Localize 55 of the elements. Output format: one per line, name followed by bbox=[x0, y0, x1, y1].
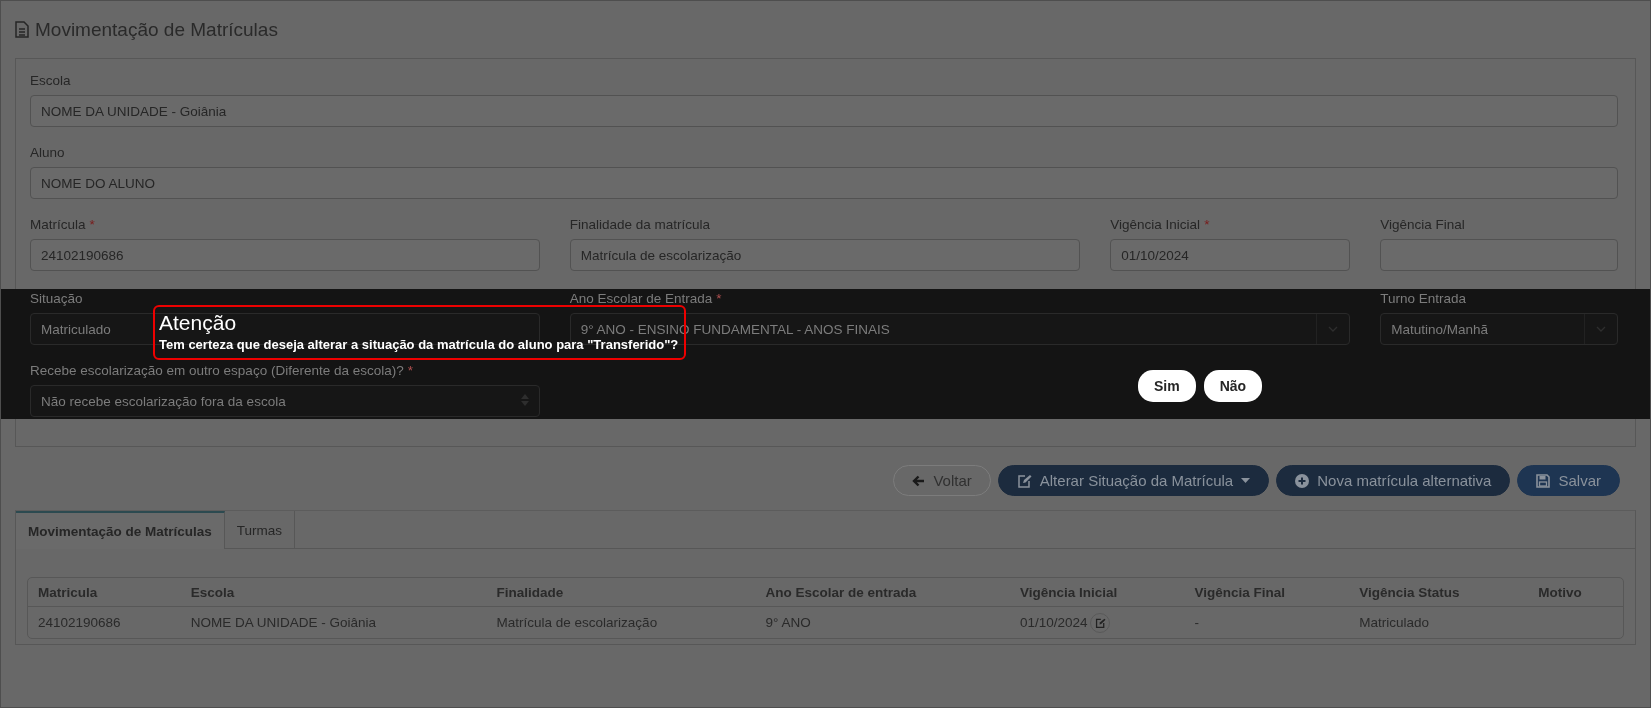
text-field[interactable]: Matrícula de escolarização bbox=[569, 239, 1081, 271]
caret-down-icon bbox=[1241, 478, 1251, 483]
text-field[interactable]: 01/10/2024 bbox=[1110, 239, 1351, 271]
table-cell: Matrícula de escolarização bbox=[496, 615, 658, 630]
field-label: Matrícula bbox=[30, 216, 86, 234]
text-field[interactable]: NOME DO ALUNO bbox=[30, 167, 1618, 199]
field-label: Escola bbox=[30, 72, 71, 90]
field-label: Ano Escolar de Entrada bbox=[569, 290, 713, 308]
column-header: Matricula bbox=[28, 578, 181, 607]
page-title: Movimentação de Matrículas bbox=[35, 18, 278, 41]
text-field[interactable] bbox=[1380, 239, 1618, 271]
dialog-button[interactable]: Não bbox=[1203, 370, 1263, 402]
arrow-left-icon bbox=[912, 474, 926, 487]
field-label: Aluno bbox=[30, 144, 65, 162]
text-field[interactable]: 24102190686 bbox=[30, 239, 540, 271]
column-header: Motivo bbox=[1528, 578, 1623, 607]
required-mark: * bbox=[1204, 216, 1210, 234]
action-button[interactable]: Salvar bbox=[1517, 465, 1620, 496]
column-header: Finalidade bbox=[486, 578, 756, 607]
chevron-down-icon bbox=[1596, 326, 1606, 332]
table-cell: Matriculado bbox=[1359, 615, 1429, 630]
plus-circle-icon bbox=[1295, 473, 1310, 488]
table-cell: 01/10/2024 bbox=[1019, 614, 1088, 630]
tab[interactable]: Movimentação de Matrículas bbox=[16, 511, 225, 549]
chevron-down-icon bbox=[1328, 326, 1339, 332]
table-cell: 9° ANO bbox=[765, 615, 811, 630]
column-header: Vigência Final bbox=[1184, 578, 1350, 607]
required-mark: * bbox=[407, 362, 413, 380]
field-label: Situação bbox=[30, 290, 83, 308]
field-label: Recebe escolarização em outro espaço (Diferente da escola)? bbox=[30, 362, 404, 380]
up-down-arrows-icon bbox=[520, 393, 529, 406]
select-field[interactable]: Não recebe escolarização fora da escola bbox=[30, 385, 540, 417]
column-header: Escola bbox=[180, 578, 487, 607]
edit-icon bbox=[1016, 473, 1032, 488]
edit-icon bbox=[1094, 617, 1106, 628]
field-label: Turno Entrada bbox=[1380, 290, 1466, 308]
table-cell: - bbox=[1194, 615, 1200, 630]
dialog-title: Atenção bbox=[159, 310, 237, 336]
column-header: Ano Escolar de entrada bbox=[755, 578, 1010, 607]
table-cell: NOME DA UNIDADE - Goiânia bbox=[190, 615, 377, 630]
document-icon bbox=[15, 21, 29, 38]
tab[interactable]: Turmas bbox=[224, 511, 296, 549]
select-field[interactable]: Matutino/Manhã bbox=[1380, 313, 1618, 345]
column-header: Vigência Inicial bbox=[1009, 578, 1185, 607]
required-mark: * bbox=[716, 290, 722, 308]
action-button[interactable]: Alterar Situação da Matrícula bbox=[997, 465, 1270, 496]
field-label: Vigência Inicial bbox=[1110, 216, 1201, 234]
field-label: Vigência Final bbox=[1380, 216, 1465, 234]
text-field[interactable]: NOME DA UNIDADE - Goiânia bbox=[30, 95, 1618, 127]
required-mark: * bbox=[89, 216, 95, 234]
action-button[interactable]: Nova matrícula alternativa bbox=[1276, 465, 1511, 496]
table-cell: 24102190686 bbox=[38, 615, 121, 630]
field-label: Finalidade da matrícula bbox=[569, 216, 710, 234]
dialog-button[interactable]: Sim bbox=[1138, 370, 1196, 402]
column-header: Vigência Status bbox=[1349, 578, 1529, 607]
